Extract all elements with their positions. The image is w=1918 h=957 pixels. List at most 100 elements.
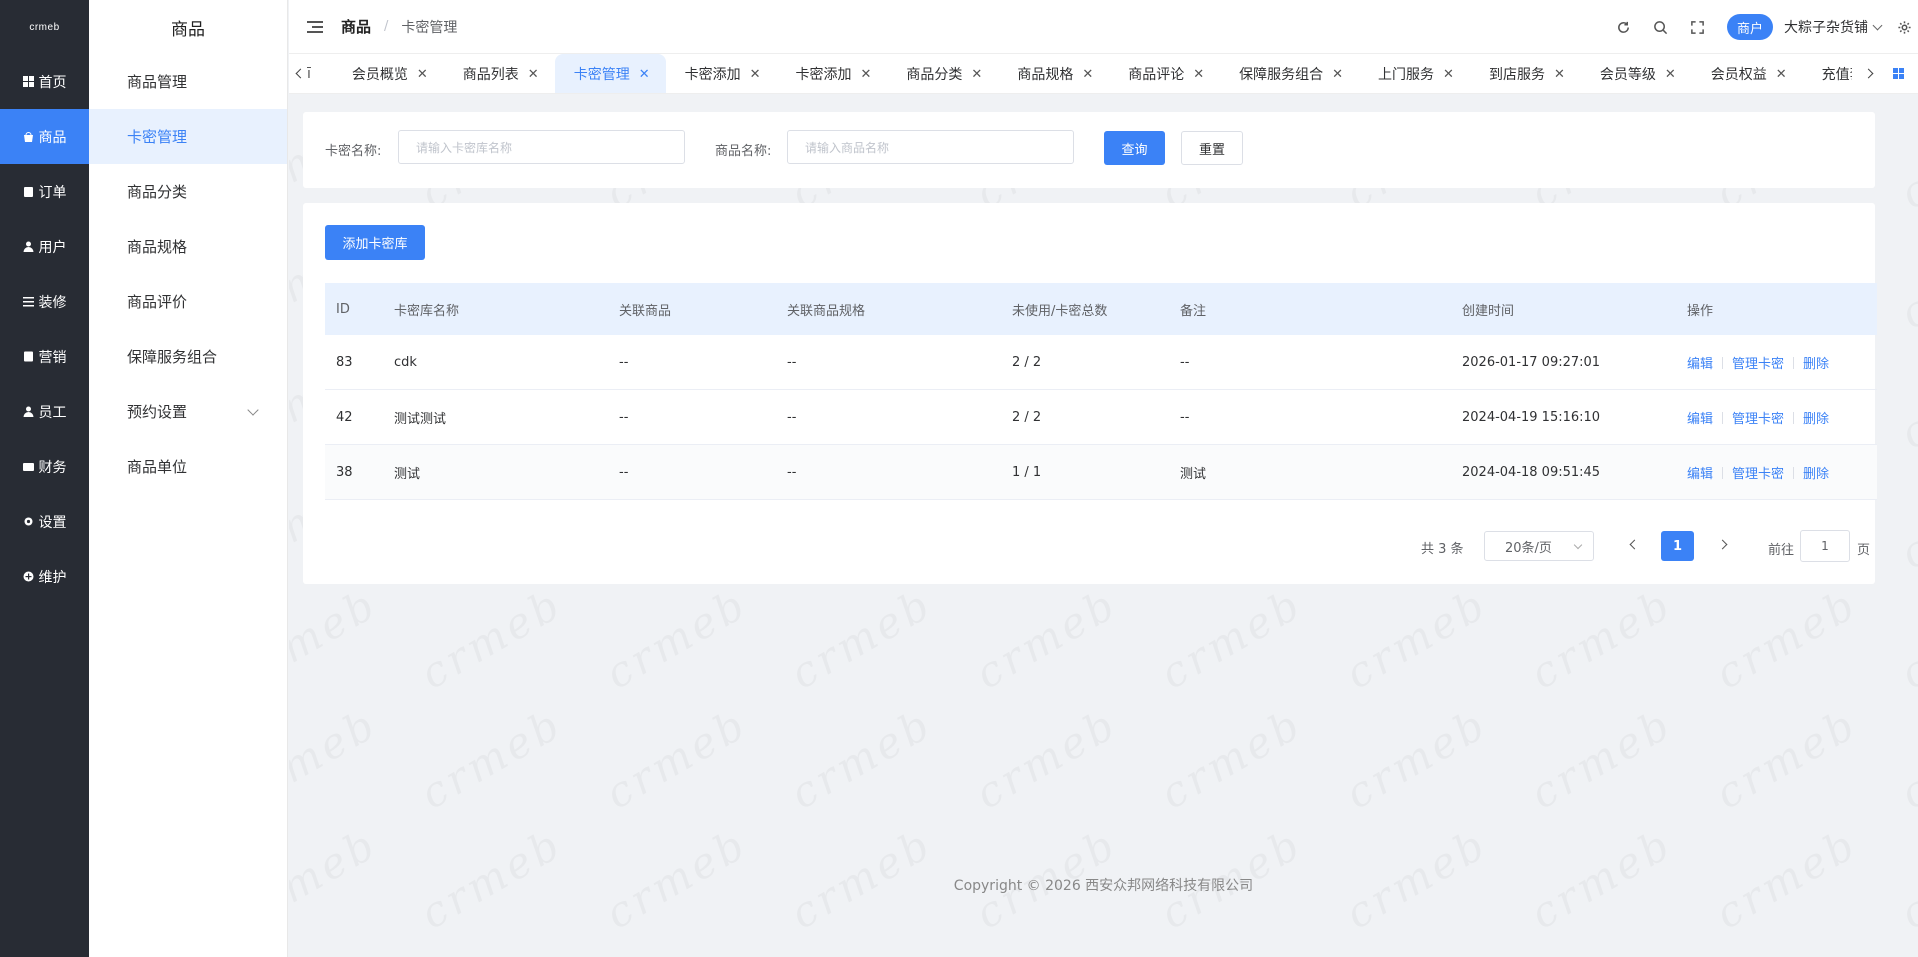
submenu-item-4[interactable]: 商品评价 (89, 274, 287, 329)
nav-item-3[interactable]: 用户 (0, 219, 89, 274)
nav-item-7[interactable]: 财务 (0, 439, 89, 494)
tab-label: 卡密管理 (573, 67, 630, 83)
merchant-badge[interactable]: 商户 (1726, 14, 1773, 40)
tab-label: 上门服务 (1378, 67, 1435, 83)
chevron-down-icon[interactable] (1872, 20, 1883, 30)
watermark-text: crmeb (1892, 218, 1918, 338)
goto-label: 前往 (1768, 543, 1795, 558)
refresh-icon[interactable] (1616, 19, 1632, 35)
menu-toggle-icon[interactable] (307, 20, 323, 33)
watermark-text: crmeb (1152, 698, 1311, 818)
page-suffix: 页 (1857, 543, 1871, 558)
tab-13[interactable]: 充值套餐 (1803, 54, 1852, 93)
close-icon[interactable]: ✕ (971, 67, 982, 82)
shop-name[interactable]: 大粽子杂货铺 (1784, 17, 1868, 37)
tabs-scroll-left-icon[interactable] (295, 66, 305, 80)
nav-item-label: 首页 (38, 74, 67, 91)
page-size-select[interactable]: 20条/页 (1484, 531, 1594, 561)
page-number-current[interactable]: 1 (1661, 531, 1694, 561)
submenu-item-0[interactable]: 商品管理 (89, 54, 287, 109)
tab-10[interactable]: 到店服务 ✕ (1470, 54, 1581, 93)
submenu-item-3[interactable]: 商品规格 (89, 219, 287, 274)
manage-cards-link[interactable]: 管理卡密 (1732, 357, 1784, 372)
close-icon[interactable]: ✕ (1665, 67, 1676, 82)
tab-5[interactable]: 商品分类 ✕ (887, 54, 998, 93)
submenu-item-label: 卡密管理 (127, 128, 188, 146)
breadcrumb-root[interactable]: 商品 (341, 16, 371, 37)
nav-item-4[interactable]: 装修 (0, 274, 89, 329)
tab-label: 卡密添加 (684, 67, 741, 83)
card-name-input[interactable]: 请输入卡密库名称 (398, 130, 685, 164)
nav-item-label: 维护 (38, 569, 67, 586)
edit-link[interactable]: 编辑 (1687, 357, 1713, 372)
search-icon[interactable] (1653, 19, 1669, 35)
nav-item-9[interactable]: 维护 (0, 549, 89, 604)
cell-id: 83 (336, 354, 353, 370)
tab-label: 商品分类 (906, 67, 963, 83)
tab-12[interactable]: 会员权益 ✕ (1692, 54, 1803, 93)
submenu-item-6[interactable]: 预约设置 (89, 384, 287, 439)
close-icon[interactable]: ✕ (528, 67, 539, 82)
cell-remark: -- (1180, 354, 1190, 370)
delete-link[interactable]: 删除 (1803, 357, 1829, 372)
prev-page-icon[interactable] (1629, 539, 1641, 551)
tab-6[interactable]: 商品规格 ✕ (998, 54, 1109, 93)
product-name-input[interactable]: 请输入商品名称 (787, 130, 1074, 164)
watermark-text: crmeb (597, 578, 756, 698)
tab-4[interactable]: 卡密添加 ✕ (777, 54, 888, 93)
settings-gear-icon[interactable] (1896, 19, 1912, 35)
reset-button[interactable]: 重置 (1181, 131, 1243, 165)
nav-item-1[interactable]: 商品 (0, 109, 89, 164)
delete-link[interactable]: 删除 (1803, 412, 1829, 427)
divider (1793, 356, 1795, 369)
submenu-item-label: 商品单位 (127, 458, 188, 476)
nav-item-0[interactable]: 首页 (0, 54, 89, 109)
nav-item-6[interactable]: 员工 (0, 384, 89, 439)
close-icon[interactable]: ✕ (1776, 67, 1787, 82)
tab-label: 到店服务 (1488, 67, 1545, 83)
close-icon[interactable]: ✕ (1082, 67, 1093, 82)
nav-item-2[interactable]: 订单 (0, 164, 89, 219)
edit-link[interactable]: 编辑 (1687, 412, 1713, 427)
submenu-item-5[interactable]: 保障服务组合 (89, 329, 287, 384)
next-page-icon[interactable] (1717, 539, 1729, 551)
close-icon[interactable]: ✕ (1193, 67, 1204, 82)
edit-link[interactable]: 编辑 (1687, 467, 1713, 482)
tab-8[interactable]: 保障服务组合 ✕ (1220, 54, 1359, 93)
close-icon[interactable]: ✕ (639, 67, 650, 82)
tab-overflow-indicator[interactable]: ī (307, 54, 333, 93)
submenu-item-2[interactable]: 商品分类 (89, 164, 287, 219)
cell-name: 测试测试 (394, 411, 447, 427)
close-icon[interactable]: ✕ (861, 67, 872, 82)
tabs-scroll-right-icon[interactable] (1863, 66, 1873, 80)
grid-icon (22, 76, 34, 87)
submenu-item-7[interactable]: 商品单位 (89, 439, 287, 494)
tab-label: 充值套餐 (1821, 67, 1852, 83)
tab-11[interactable]: 会员等级 ✕ (1581, 54, 1692, 93)
close-icon[interactable]: ✕ (750, 67, 761, 82)
close-icon[interactable]: ✕ (417, 67, 428, 82)
close-icon[interactable]: ✕ (1332, 67, 1343, 82)
add-card-library-button[interactable]: 添加卡密库 (325, 225, 425, 260)
manage-cards-link[interactable]: 管理卡密 (1732, 412, 1784, 427)
tab-label: 会员等级 (1599, 67, 1656, 83)
nav-item-5[interactable]: 营销 (0, 329, 89, 384)
tabs-menu-icon[interactable] (1893, 68, 1904, 79)
tab-3[interactable]: 卡密添加 ✕ (666, 54, 777, 93)
close-icon[interactable]: ✕ (1443, 67, 1454, 82)
tab-9[interactable]: 上门服务 ✕ (1359, 54, 1470, 93)
cell-actions: 编辑 管理卡密 删除 (1676, 353, 1866, 372)
delete-link[interactable]: 删除 (1803, 467, 1829, 482)
tab-7[interactable]: 商品评论 ✕ (1109, 54, 1220, 93)
tab-1[interactable]: 商品列表 ✕ (444, 54, 555, 93)
manage-cards-link[interactable]: 管理卡密 (1732, 467, 1784, 482)
submenu-item-1[interactable]: 卡密管理 (89, 109, 287, 164)
tab-2[interactable]: 卡密管理 ✕ (554, 54, 666, 93)
nav-item-8[interactable]: 设置 (0, 494, 89, 549)
close-icon[interactable]: ✕ (1554, 67, 1565, 82)
fullscreen-icon[interactable] (1690, 19, 1706, 35)
query-button[interactable]: 查询 (1104, 131, 1165, 165)
goto-page-input[interactable]: 1 (1800, 530, 1850, 562)
watermark-text: crmeb (967, 578, 1126, 698)
tab-0[interactable]: 会员概览 ✕ (333, 54, 444, 93)
